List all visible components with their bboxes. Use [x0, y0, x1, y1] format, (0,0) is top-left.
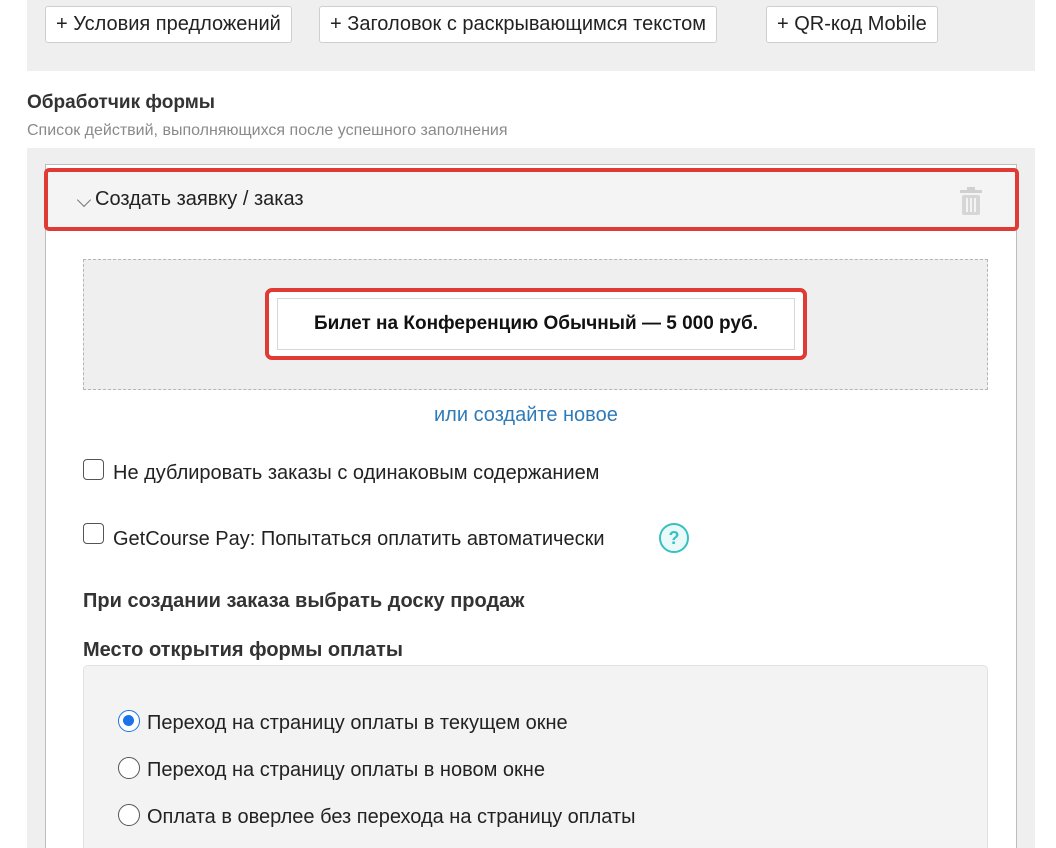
page: + Условия предложений + Заголовок с раск… [0, 0, 1056, 848]
radio-button-selected[interactable] [118, 710, 140, 732]
form-handler-subtitle: Список действий, выполняющихся после усп… [27, 122, 508, 139]
create-new-offer-link[interactable]: или создайте новое [434, 404, 618, 427]
trash-icon[interactable] [960, 187, 982, 215]
radio-button[interactable] [118, 757, 140, 779]
auto-pay-checkbox[interactable] [83, 523, 104, 544]
add-qr-code-button[interactable]: + QR-код Mobile [766, 6, 938, 43]
action-title: Создать заявку / заказ [95, 188, 304, 210]
add-expandable-heading-button[interactable]: + Заголовок с раскрывающимся текстом [319, 6, 718, 43]
add-offer-terms-button[interactable]: + Условия предложений [45, 6, 292, 43]
payment-option-label: Переход на страницу оплаты в новом окне [147, 759, 545, 781]
sales-board-heading: При создании заказа выбрать доску продаж [83, 590, 525, 612]
payment-option-label: Оплата в оверлее без перехода на страниц… [147, 806, 636, 828]
selected-offer[interactable]: Билет на Конференцию Обычный — 5 000 руб… [277, 298, 795, 350]
payment-form-heading: Место открытия формы оплаты [83, 639, 403, 661]
no-duplicate-orders-checkbox[interactable] [83, 459, 104, 480]
action-header[interactable]: Создать заявку / заказ [44, 168, 1019, 231]
offer-highlight: Билет на Конференцию Обычный — 5 000 руб… [265, 288, 807, 360]
form-handler-title: Обработчик формы [27, 92, 215, 113]
help-icon[interactable]: ? [659, 523, 689, 553]
no-duplicate-orders-label: Не дублировать заказы с одинаковым содер… [113, 462, 600, 484]
payment-option-label: Переход на страницу оплаты в текущем окн… [147, 712, 568, 734]
chevron-down-icon[interactable] [76, 192, 92, 208]
auto-pay-label: GetCourse Pay: Попытаться оплатить автом… [113, 528, 605, 550]
radio-button[interactable] [118, 804, 140, 826]
